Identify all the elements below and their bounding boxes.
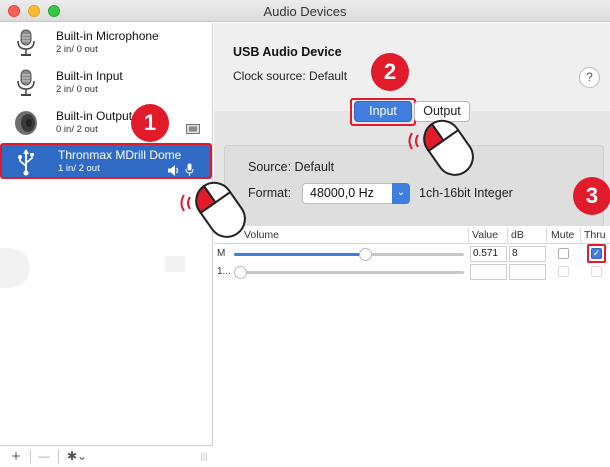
background-decoration — [0, 248, 30, 288]
step-badge-2: 2 — [371, 53, 409, 91]
channel-table-header: Volume Value dB Mute Thru — [214, 226, 610, 244]
device-item-thronmax-mdrill-dome[interactable]: Thronmax MDrill Dome 1 in/ 2 out — [0, 143, 212, 179]
format-description: 1ch-16bit Integer — [419, 186, 513, 200]
device-list-sidebar: Built-in Microphone 2 in/ 0 out Built-in… — [0, 23, 213, 467]
device-name: Thronmax MDrill Dome — [58, 148, 182, 162]
clock-source-label: Clock source: Default — [233, 69, 348, 83]
gear-menu-button[interactable]: ✱⌄ — [62, 448, 92, 466]
microphone-icon — [17, 29, 35, 56]
source-label: Source: Default — [248, 160, 335, 174]
volume-slider-knob[interactable] — [359, 248, 373, 261]
device-detail-pane: USB Audio Device Clock source: Default ?… — [214, 23, 610, 467]
window-title: Audio Devices — [263, 4, 347, 19]
channel-label: M — [217, 248, 226, 259]
display-icon — [186, 124, 200, 134]
mouse-click-icon — [408, 119, 474, 176]
step-badge-3: 3 — [573, 177, 610, 215]
volume-slider-knob[interactable] — [234, 266, 247, 279]
thru-checkbox[interactable]: ✓ — [591, 248, 602, 259]
chevron-down-icon: ⌄ — [392, 183, 410, 204]
volume-slider[interactable] — [234, 266, 464, 279]
volume-slider-fill — [234, 253, 366, 256]
mute-checkbox[interactable] — [558, 248, 569, 259]
device-io-count: 2 in/ 0 out — [56, 44, 98, 55]
device-io-count: 1 in/ 2 out — [58, 163, 100, 174]
divider — [58, 450, 59, 464]
device-name: Built-in Input — [56, 69, 123, 83]
title-bar: Audio Devices — [0, 0, 610, 22]
volume-slider[interactable] — [234, 248, 464, 261]
mouse-click-icon — [180, 181, 246, 238]
col-db: dB — [511, 229, 524, 241]
device-name: Built-in Output — [56, 109, 133, 123]
device-item-built-in-input[interactable]: Built-in Input 2 in/ 0 out — [0, 66, 212, 102]
divider — [507, 228, 508, 242]
device-item-built-in-microphone[interactable]: Built-in Microphone 2 in/ 0 out — [0, 26, 212, 62]
channel-row: 1... — [214, 263, 610, 281]
device-title: USB Audio Device — [233, 45, 342, 59]
channel-label: 1... — [217, 266, 231, 277]
format-select[interactable]: 48000,0 Hz ⌄ — [302, 183, 410, 204]
device-item-built-in-output[interactable]: Built-in Output 0 in/ 2 out — [0, 106, 212, 142]
sidebar-footer: + — ✱⌄ ||| — [0, 445, 213, 467]
db-field[interactable]: 8 — [509, 246, 546, 262]
col-value: Value — [472, 229, 499, 241]
format-label: Format: — [248, 186, 292, 200]
usb-icon — [18, 149, 34, 176]
add-device-button[interactable]: + — [8, 448, 24, 466]
microphone-icon — [17, 69, 35, 96]
divider — [580, 228, 581, 242]
speaker-icon — [15, 111, 37, 135]
divider — [30, 450, 31, 464]
channel-row: M 0.571 8 ✓ — [214, 244, 610, 263]
device-io-count: 0 in/ 2 out — [56, 124, 98, 135]
format-value: 48000,0 Hz — [310, 186, 374, 200]
help-button[interactable]: ? — [579, 67, 600, 88]
thru-checkbox[interactable] — [591, 266, 602, 277]
remove-device-button[interactable]: — — [36, 448, 52, 466]
background-decoration — [165, 256, 185, 272]
device-name: Built-in Microphone — [56, 29, 159, 43]
divider — [546, 228, 547, 242]
col-thru: Thru — [584, 229, 606, 241]
device-io-count: 2 in/ 0 out — [56, 84, 98, 95]
col-mute: Mute — [551, 229, 575, 241]
resize-handle[interactable]: ||| — [198, 448, 210, 466]
db-field[interactable] — [509, 264, 546, 280]
divider — [468, 228, 469, 242]
mute-checkbox[interactable] — [558, 266, 569, 277]
value-field[interactable] — [470, 264, 507, 280]
step-badge-1: 1 — [131, 104, 169, 142]
value-field[interactable]: 0.571 — [470, 246, 507, 262]
